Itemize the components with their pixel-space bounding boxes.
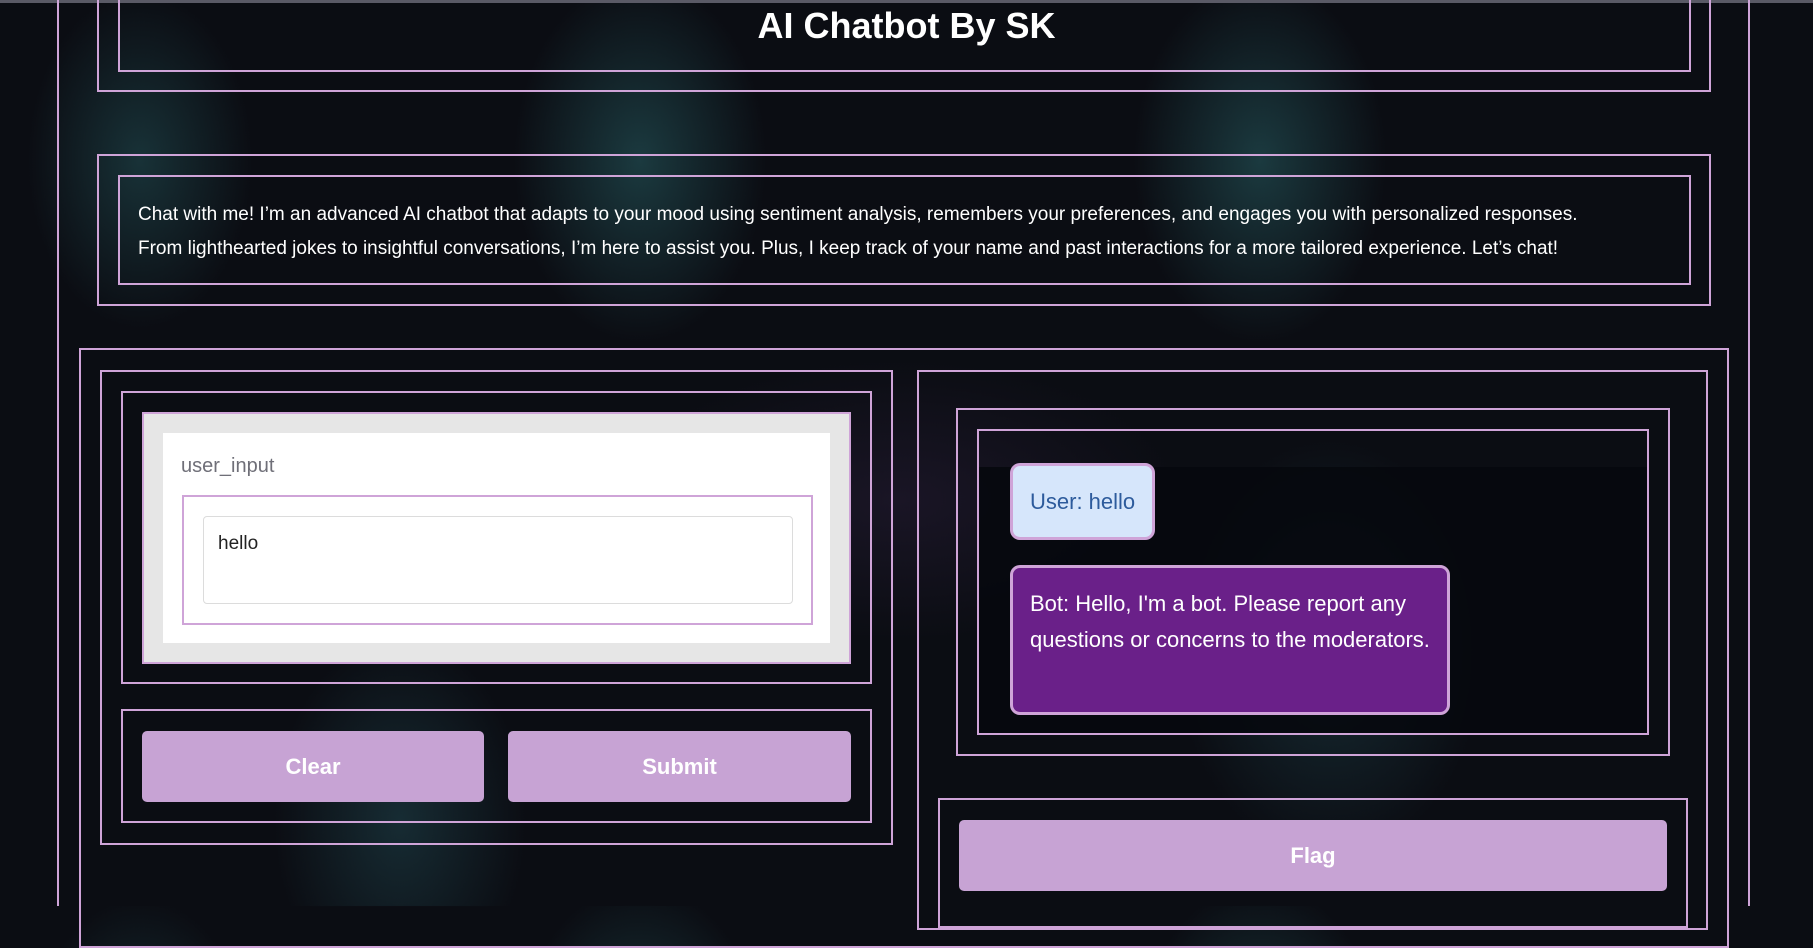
user-input-card: user_input hello: [142, 412, 851, 664]
outer-frame-right-line: [1748, 0, 1750, 906]
user-input-panel: user_input hello: [163, 433, 830, 643]
user-input-label: user_input: [181, 455, 275, 477]
clear-button[interactable]: Clear: [142, 731, 484, 802]
user-message-bubble: User: hello: [1010, 463, 1156, 540]
submit-button[interactable]: Submit: [508, 731, 851, 802]
app-description: Chat with me! I’m an advanced AI chatbot…: [138, 198, 1658, 266]
user-input-textbox[interactable]: hello: [203, 516, 793, 604]
bot-message-bubble: Bot: Hello, I'm a bot. Please report any…: [1010, 565, 1450, 715]
description-line-2: From lighthearted jokes to insightful co…: [138, 238, 1559, 259]
page-title: AI Chatbot By SK: [757, 5, 1056, 46]
outer-frame-left-line: [57, 0, 59, 906]
user-input-frame: hello: [182, 495, 813, 625]
description-line-1: Chat with me! I’m an advanced AI chatbot…: [138, 204, 1578, 225]
flag-button[interactable]: Flag: [959, 820, 1667, 891]
